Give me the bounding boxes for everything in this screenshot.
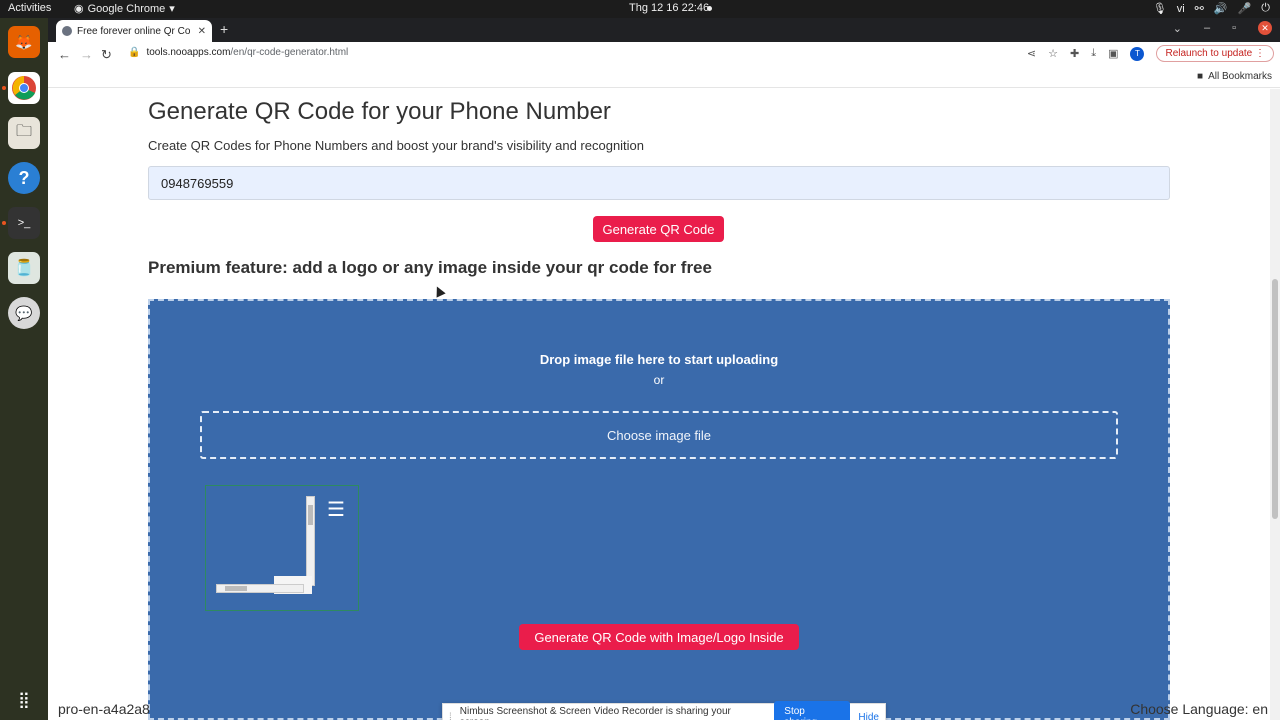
hamburger-menu-icon[interactable]: ☰ (327, 500, 345, 520)
page-title: Generate QR Code for your Phone Number (148, 98, 611, 125)
page-scrollbar[interactable] (1270, 89, 1280, 720)
scroll-thumb[interactable] (225, 586, 247, 591)
dropzone-or: or (653, 373, 665, 387)
toolbar-actions: ⋖ ☆ ✚ ⤓ ▣ T Relaunch to update ⋮ (1027, 45, 1274, 62)
notification-dot (707, 6, 712, 11)
app-menu[interactable]: ◉ Google Chrome ▾ (74, 2, 175, 16)
app-grid-icon[interactable]: ⣿ (8, 684, 40, 716)
running-indicator (2, 221, 6, 225)
hide-link[interactable]: Hide (858, 712, 879, 720)
input-language[interactable]: vi (1177, 3, 1185, 15)
lock-icon: 🔒 (128, 47, 141, 58)
system-top-bar: Activities ◉ Google Chrome ▾ Thg 12 16 2… (0, 0, 1280, 18)
reload-icon[interactable]: ↻ (101, 47, 112, 63)
stop-sharing-button[interactable]: Stop sharing (774, 701, 851, 720)
activities-button[interactable]: Activities (8, 2, 51, 14)
image-preview: ☰ (205, 485, 359, 611)
firefox-icon[interactable]: 🦊 (8, 26, 40, 58)
generate-qr-button[interactable]: Generate QR Code (593, 216, 724, 242)
side-panel-icon[interactable]: ▣ (1108, 47, 1118, 60)
bookmarks-bar: ■ All Bookmarks (48, 68, 1280, 88)
power-icon: ⏻ (1261, 2, 1270, 14)
folder-icon: ■ (1197, 71, 1204, 82)
site-favicon-icon (62, 26, 72, 36)
choose-image-button[interactable]: Choose image file (200, 411, 1118, 459)
tab-strip: Free forever online Qr Co ✕ + ⌄ – ▫ ✕ (48, 18, 1280, 42)
premium-heading: Premium feature: add a logo or any image… (148, 258, 712, 277)
mic-icon: 🎤 (1237, 3, 1252, 15)
language-chooser[interactable]: Choose Language: en (1130, 701, 1268, 717)
share-icon[interactable]: ⋖ (1027, 47, 1036, 60)
browser-window: Free forever online Qr Co ✕ + ⌄ – ▫ ✕ ← … (48, 18, 1280, 720)
generate-qr-logo-button[interactable]: Generate QR Code with Image/Logo Inside (519, 624, 799, 650)
dock: 🦊 🗀 ? >_ 🫙 💬 ⣿ (0, 18, 48, 720)
tab-title: Free forever online Qr Co (77, 25, 191, 37)
forward-icon[interactable]: → (80, 47, 93, 62)
chrome-app-icon: ◉ (74, 3, 84, 15)
address-bar[interactable]: 🔒 tools.nooapps.com/en/qr-code-generator… (128, 47, 348, 58)
network-icon: ⚯ (1194, 3, 1204, 15)
image-dropzone[interactable]: Drop image file here to start uploading … (148, 299, 1170, 720)
running-indicator (2, 86, 6, 90)
bookmark-star-icon[interactable]: ☆ (1048, 47, 1058, 60)
page-subtitle: Create QR Codes for Phone Numbers and bo… (148, 138, 645, 153)
share-message: Nimbus Screenshot & Screen Video Recorde… (459, 706, 731, 720)
close-tab-icon[interactable]: ✕ (198, 26, 206, 37)
page-scroll-thumb[interactable] (1272, 279, 1278, 519)
phone-number-input[interactable] (148, 166, 1170, 200)
scroll-thumb[interactable] (308, 505, 313, 525)
tab-active[interactable]: Free forever online Qr Co ✕ (56, 20, 212, 42)
all-bookmarks-label: All Bookmarks (1208, 71, 1272, 82)
microphone-icon: 🎙 (1152, 3, 1167, 15)
window-controls: ⌄ – ▫ ✕ (1173, 21, 1272, 35)
clock[interactable]: Thg 12 16 22:46 (629, 2, 709, 14)
relaunch-button[interactable]: Relaunch to update ⋮ (1156, 45, 1274, 62)
relaunch-label: Relaunch to update (1165, 48, 1253, 59)
restore-icon[interactable]: ▫ (1232, 22, 1236, 34)
gimp-icon[interactable]: 🫙 (8, 252, 40, 284)
horizontal-scrollbar[interactable] (216, 584, 304, 593)
download-icon[interactable]: ⤓ (1091, 47, 1096, 60)
chat-icon[interactable]: 💬 (8, 297, 40, 329)
dropzone-title: Drop image file here to start uploading (539, 352, 779, 367)
vertical-scrollbar[interactable] (306, 496, 315, 586)
minimize-icon[interactable]: – (1204, 22, 1210, 34)
app-name: Google Chrome (87, 2, 166, 15)
drag-handle-icon[interactable]: ⁞ (449, 712, 452, 720)
screen-share-bar: ⁞ Nimbus Screenshot & Screen Video Recor… (442, 701, 886, 720)
new-tab-icon[interactable]: + (220, 21, 228, 37)
back-icon[interactable]: ← (58, 47, 71, 62)
page-content: Generate QR Code for your Phone Number C… (48, 89, 1280, 720)
profile-avatar[interactable]: T (1130, 46, 1145, 61)
mouse-cursor-icon (432, 284, 446, 298)
chrome-icon[interactable] (8, 72, 40, 104)
help-icon[interactable]: ? (8, 162, 40, 194)
browser-toolbar: ← → ↻ 🔒 tools.nooapps.com/en/qr-code-gen… (48, 42, 1280, 68)
terminal-icon[interactable]: >_ (8, 207, 40, 239)
all-bookmarks[interactable]: ■ All Bookmarks (1197, 71, 1272, 82)
preview-frame (214, 494, 317, 597)
footer-code: pro-en-a4a2a8 (58, 701, 150, 717)
tab-search-icon[interactable]: ⌄ (1173, 22, 1182, 35)
close-window-icon[interactable]: ✕ (1258, 21, 1272, 35)
url-path: /en/qr-code-generator.html (230, 47, 349, 58)
extensions-icon[interactable]: ✚ (1070, 47, 1079, 60)
chevron-down-icon: ▾ (169, 3, 175, 15)
system-tray[interactable]: 🎙 vi ⚯ 🔊 🎤 ⏻ (1153, 2, 1270, 15)
volume-icon: 🔊 (1213, 3, 1228, 15)
files-icon[interactable]: 🗀 (8, 117, 40, 149)
url-domain: tools.nooapps.com (146, 47, 231, 58)
